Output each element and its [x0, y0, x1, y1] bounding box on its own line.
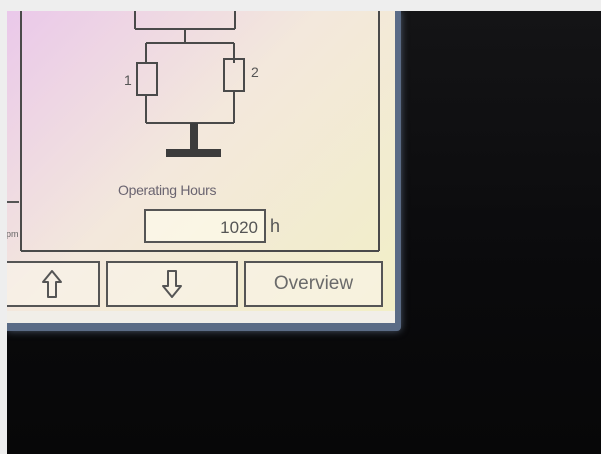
overview-button-label: Overview	[273, 273, 354, 294]
arrow-down-outline-icon	[162, 270, 182, 298]
base-plate	[166, 149, 221, 157]
overview-button[interactable]: Overview	[244, 261, 383, 307]
screen-bottom-edge	[7, 311, 395, 323]
motor-1-box	[136, 62, 158, 96]
motor-2-box	[223, 58, 245, 92]
scroll-up-button[interactable]	[7, 261, 100, 307]
base-stem	[190, 123, 198, 153]
operating-hours-label: Operating Hours	[118, 182, 217, 198]
operating-hours-unit: h	[270, 216, 281, 236]
hmi-screen: pm 1 2 Operating Hours 1020 h Overview	[7, 11, 395, 323]
motor-2-label: 2	[251, 64, 259, 80]
motor-1-label: 1	[124, 72, 132, 88]
scroll-down-button[interactable]	[106, 261, 238, 307]
operating-hours-field: 1020	[144, 209, 266, 243]
operating-hours-value: 1020	[220, 218, 258, 237]
photo-background: pm 1 2 Operating Hours 1020 h Overview	[7, 11, 601, 454]
arrow-up-outline-icon	[42, 270, 62, 298]
